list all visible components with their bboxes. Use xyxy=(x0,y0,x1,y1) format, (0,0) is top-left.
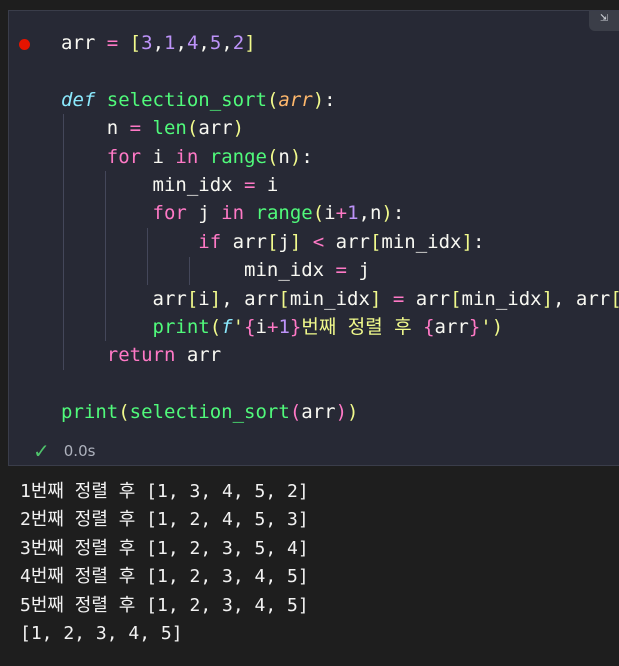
code-editor[interactable]: arr = [3,1,4,5,2] def selection_sort(arr… xyxy=(61,29,619,426)
code-line: for j in range(i+1,n): xyxy=(152,202,405,225)
breakpoint-dot-icon[interactable] xyxy=(19,39,30,50)
code-cell[interactable]: ⇲ arr = [3,1,4,5,2] def selection_sort(a… xyxy=(8,10,619,466)
collapse-icon[interactable]: ⇲ xyxy=(589,11,619,31)
code-line: def selection_sort(arr): xyxy=(61,88,336,111)
code-line: min_idx = j xyxy=(61,259,370,282)
code-line: print(f'{i+1}번째 정렬 후 {arr}') xyxy=(152,315,504,338)
code-line: if arr[j] < arr[min_idx]: xyxy=(198,230,485,253)
output-line: 2번째 정렬 후 [1, 2, 4, 5, 3] xyxy=(20,509,309,531)
code-line: arr = [3,1,4,5,2] xyxy=(61,32,256,54)
code-line: min_idx = i xyxy=(61,173,279,196)
output-line: 3번째 정렬 후 [1, 2, 3, 5, 4] xyxy=(20,537,309,559)
code-line: for i in range(n): xyxy=(106,145,313,168)
execution-time: 0.0s xyxy=(63,442,96,460)
code-line: return arr xyxy=(106,344,222,367)
output-line: 1번째 정렬 후 [1, 3, 4, 5, 2] xyxy=(20,481,309,502)
checkmark-icon: ✓ xyxy=(33,439,50,463)
output-line: [1, 2, 3, 4, 5] xyxy=(20,622,183,644)
code-line: print(selection_sort(arr)) xyxy=(61,401,359,424)
code-line: n = len(arr) xyxy=(61,117,245,140)
output-line: 4번째 정렬 후 [1, 2, 3, 4, 5] xyxy=(20,566,309,588)
code-line: arr[i], arr[min_idx] = arr[min_idx], arr… xyxy=(61,287,619,310)
cell-output[interactable]: 1번째 정렬 후 [1, 3, 4, 5, 2] 2번째 정렬 후 [1, 2,… xyxy=(20,478,309,648)
output-line: 5번째 정렬 후 [1, 2, 3, 4, 5] xyxy=(20,594,309,616)
execution-status: ✓ 0.0s xyxy=(33,439,95,463)
